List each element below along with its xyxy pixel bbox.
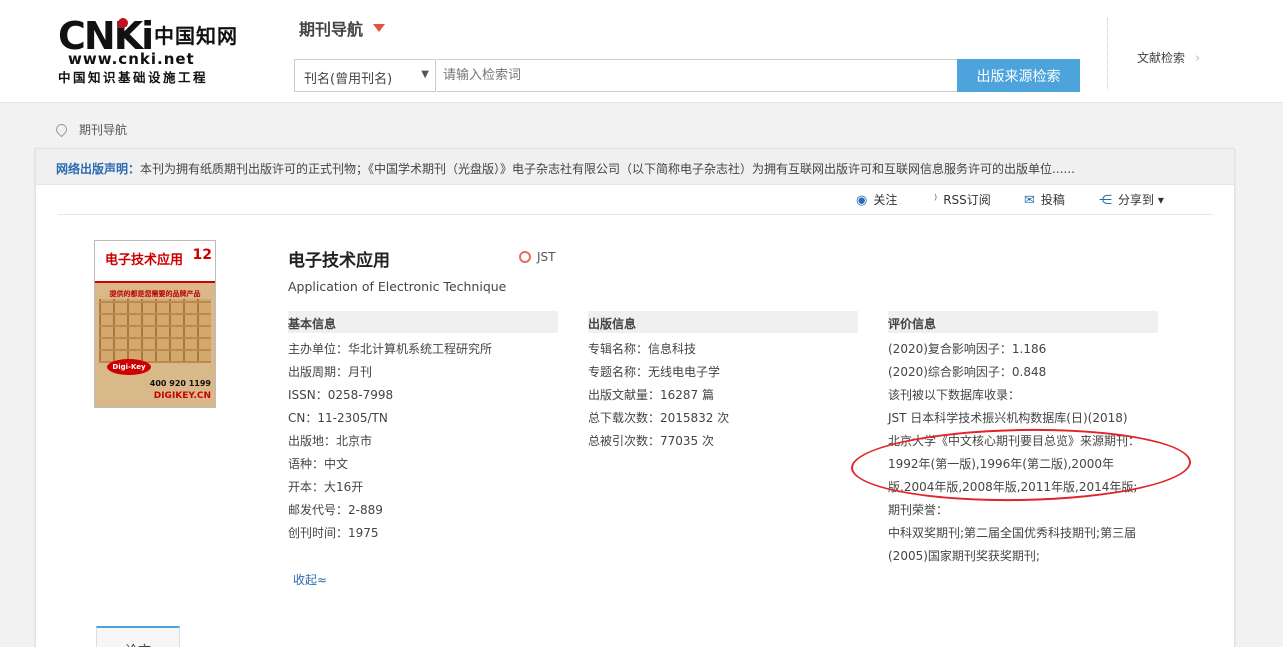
follow-button[interactable]: ◉ 关注 — [856, 191, 897, 208]
info-line: 专题名称：无线电电子学 — [588, 365, 721, 379]
info-line: CN：11-2305/TN — [288, 411, 388, 425]
caret-down-icon[interactable] — [373, 24, 385, 32]
doc-search-link[interactable]: 文献检索 › — [1137, 49, 1200, 66]
rss-label: RSS订阅 — [943, 193, 991, 207]
info-line: 出版地：北京市 — [288, 434, 373, 448]
info-line: 出版周期：月刊 — [288, 365, 373, 379]
info-line: 该刊被以下数据库收录： — [888, 388, 1021, 402]
eye-icon: ◉ — [856, 193, 868, 208]
search-field-select-value: 刊名(曾用刊名) — [304, 72, 393, 87]
logo-mark-icon — [118, 18, 128, 28]
journal-cover-image[interactable]: 电子技术应用 12 提供的都是您需要的品牌产品 Digi-Key 400 920… — [94, 240, 216, 408]
journal-en-title: Application of Electronic Technique — [288, 279, 507, 294]
search-input[interactable] — [437, 59, 958, 92]
cover-site: DIGIKEY.CN — [153, 391, 211, 401]
mail-icon: ✉ — [1024, 193, 1035, 208]
source-search-button[interactable]: 出版来源检索 — [957, 59, 1080, 92]
eval-info-heading-text: 评价信息 — [888, 317, 937, 331]
submit-label: 投稿 — [1040, 193, 1065, 207]
info-line: 创刊时间：1975 — [288, 526, 379, 540]
share-button[interactable]: ⋲ 分享到 ▾ — [1099, 191, 1164, 208]
submit-button[interactable]: ✉ 投稿 — [1024, 191, 1065, 208]
select-arrow-icon: ▼ — [421, 69, 429, 80]
share-icon: ⋲ — [1099, 193, 1112, 208]
cover-issue: 12 — [192, 247, 212, 263]
cover-masthead: 电子技术应用 12 — [95, 241, 215, 283]
publish-info-heading: 出版信息 — [588, 311, 858, 333]
search-field-select[interactable]: 刊名(曾用刊名) ▼ — [294, 59, 436, 92]
info-line: 出版文献量：16287 篇 — [588, 388, 714, 402]
header-divider — [1107, 18, 1108, 90]
medal-icon — [519, 251, 531, 263]
logo-cn-name: 中国知网 — [154, 24, 238, 48]
journal-title: 电子技术应用 — [288, 251, 390, 271]
share-label: 分享到 ▾ — [1118, 193, 1164, 207]
doc-search-label: 文献检索 — [1137, 51, 1186, 65]
cover-slogan: 提供的都是您需要的品牌产品 — [109, 290, 201, 298]
info-line: ISSN：0258-7998 — [288, 388, 394, 402]
rss-icon: ⁾ — [934, 193, 938, 208]
info-line: (2020)综合影响因子：0.848 — [888, 365, 1047, 379]
rss-button[interactable]: ⁾ RSS订阅 — [934, 191, 991, 208]
chevron-right-icon: › — [1195, 51, 1201, 66]
info-line: 总被引次数：77035 次 — [588, 434, 714, 448]
info-line: JST 日本科学技术振兴机构数据库(日)(2018) — [888, 411, 1128, 425]
info-line: 总下载次数：2015832 次 — [588, 411, 730, 425]
logo-slogan: 中国知识基础设施工程 — [58, 70, 209, 85]
jst-badge-label: JST — [537, 250, 556, 264]
action-divider — [58, 214, 1213, 215]
info-line: 语种：中文 — [288, 457, 349, 471]
tab-papers[interactable]: 论文 — [96, 626, 180, 647]
info-line: 主办单位：华北计算机系统工程研究所 — [288, 342, 493, 356]
notice-label: 网络出版声明： — [56, 162, 141, 176]
journal-detail-card: 网络出版声明：本刊为拥有纸质期刊出版许可的正式刊物；《中国学术期刊（光盘版）》电… — [35, 148, 1235, 647]
basic-info-heading-text: 基本信息 — [288, 317, 337, 331]
info-line: 开本：大16开 — [288, 480, 364, 494]
basic-info-heading: 基本信息 — [288, 311, 558, 333]
info-line: 中科双奖期刊;第二届全国优秀科技期刊;第三届(2005)国家期刊奖获奖期刊; — [888, 526, 1137, 563]
publish-info-heading-text: 出版信息 — [588, 317, 637, 331]
cnki-logo[interactable]: CNKi 中国知网 www.cnki.net 中国知识基础设施工程 — [58, 16, 243, 86]
info-line: 邮发代号：2-889 — [288, 503, 383, 517]
cover-boxes-graphic — [99, 299, 211, 363]
logo-url: www.cnki.net — [68, 50, 195, 68]
breadcrumb-item[interactable]: 期刊导航 — [79, 123, 127, 137]
journal-nav-menu[interactable]: 期刊导航 — [299, 16, 363, 40]
collapse-link[interactable]: 收起≈ — [293, 571, 327, 588]
follow-label: 关注 — [873, 193, 898, 207]
cover-phone: 400 920 1199 — [149, 379, 211, 388]
cover-brand: Digi-Key — [107, 359, 151, 375]
cover-title: 电子技术应用 — [105, 253, 184, 268]
eval-info-heading: 评价信息 — [888, 311, 1158, 333]
info-line: (2020)复合影响因子：1.186 — [888, 342, 1047, 356]
info-line: 期刊荣誉： — [888, 503, 949, 517]
location-pin-icon — [53, 121, 70, 138]
jst-badge: JST — [519, 250, 556, 264]
info-line: 专辑名称：信息科技 — [588, 342, 697, 356]
breadcrumb: 期刊导航 — [53, 121, 127, 138]
publishing-notice: 网络出版声明：本刊为拥有纸质期刊出版许可的正式刊物；《中国学术期刊（光盘版）》电… — [36, 149, 1234, 185]
publish-info-section: 出版信息 专辑名称：信息科技 专题名称：无线电电子学 出版文献量：16287 篇… — [588, 311, 858, 453]
top-header: CNKi 中国知网 www.cnki.net 中国知识基础设施工程 期刊导航 刊… — [0, 0, 1283, 103]
notice-text: 本刊为拥有纸质期刊出版许可的正式刊物；《中国学术期刊（光盘版）》电子杂志社有限公… — [140, 162, 1075, 176]
basic-info-section: 基本信息 主办单位：华北计算机系统工程研究所 出版周期：月刊 ISSN：0258… — [288, 311, 558, 545]
